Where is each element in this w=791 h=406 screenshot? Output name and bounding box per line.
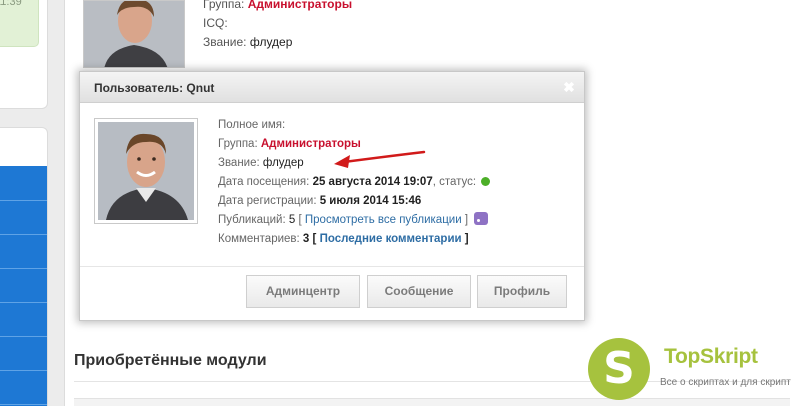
publications-label: Публикаций: bbox=[218, 214, 286, 226]
registration-value: 5 июля 2014 15:46 bbox=[319, 195, 422, 207]
comments-count: 3 bbox=[302, 233, 310, 245]
time-block: 11:39 bbox=[0, 0, 39, 47]
background-avatar bbox=[83, 0, 185, 68]
latest-comments-link[interactable]: Последние комментарии bbox=[320, 233, 462, 245]
user-modal: Пользователь: Qnut ✖ Полное имя: Группа:… bbox=[79, 71, 585, 321]
all-publications-link[interactable]: Просмотреть все публикации bbox=[305, 214, 462, 226]
annotation-arrow-icon bbox=[334, 150, 426, 168]
watermark-logo: S bbox=[588, 338, 650, 400]
left-card: 11:39 bbox=[0, 0, 48, 109]
sidebar-time: 11:39 bbox=[0, 0, 22, 8]
bottom-bar bbox=[74, 398, 790, 406]
bg-rank-value: флудер bbox=[249, 35, 293, 49]
bg-rank-label: Звание: bbox=[203, 35, 247, 49]
modal-title: Пользователь: Qnut bbox=[94, 81, 215, 95]
watermark-subtitle: Все о скриптах и для скриптов... bbox=[660, 377, 791, 388]
user-info: Полное имя: Группа: Администраторы Звани… bbox=[218, 116, 491, 249]
modal-header: Пользователь: Qnut ✖ bbox=[80, 72, 584, 103]
open-bracket: [ bbox=[312, 233, 317, 245]
close-bracket: ] bbox=[464, 214, 469, 226]
profile-button[interactable]: Профиль bbox=[477, 275, 567, 308]
open-bracket: [ bbox=[298, 214, 302, 226]
group-label: Группа: bbox=[218, 138, 258, 150]
background-profile-info: Группа: Администраторы ICQ: Звание: флуд… bbox=[203, 0, 352, 52]
last-visit-value: 25 августа 2014 19:07 bbox=[312, 176, 433, 188]
admin-center-button[interactable]: Админцентр bbox=[246, 275, 360, 308]
rank-value: флудер bbox=[262, 157, 304, 169]
last-visit-label: Дата посещения: bbox=[218, 176, 310, 188]
bg-group-value: Администраторы bbox=[247, 0, 353, 11]
section-title: Приобретённые модули bbox=[74, 352, 267, 369]
bg-icq-label: ICQ: bbox=[203, 16, 228, 30]
status-label: , статус: bbox=[432, 176, 477, 188]
publications-count: 5 bbox=[288, 214, 296, 226]
watermark-logo-letter: S bbox=[603, 343, 635, 394]
comments-label: Комментариев: bbox=[218, 233, 300, 245]
message-button[interactable]: Сообщение bbox=[367, 275, 471, 308]
online-status-icon bbox=[481, 177, 491, 186]
full-name-label: Полное имя: bbox=[218, 119, 286, 131]
left-column: 11:39 bbox=[0, 0, 50, 406]
registration-label: Дата регистрации: bbox=[218, 195, 317, 207]
left-nav-menu[interactable] bbox=[0, 166, 47, 406]
close-icon[interactable]: ✖ bbox=[562, 80, 576, 94]
modal-divider bbox=[80, 266, 584, 267]
rank-label: Звание: bbox=[218, 157, 260, 169]
left-nav-card bbox=[0, 127, 48, 406]
watermark-title: TopSkript bbox=[664, 345, 758, 368]
close-bracket: ] bbox=[464, 233, 469, 245]
bg-group-label: Группа: bbox=[203, 0, 245, 11]
rss-icon[interactable] bbox=[474, 212, 489, 225]
user-avatar bbox=[94, 118, 198, 224]
